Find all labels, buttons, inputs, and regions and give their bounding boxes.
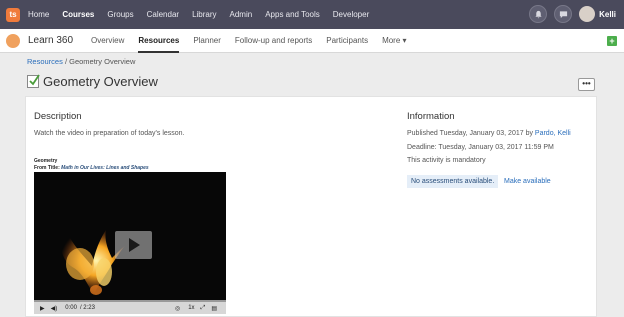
chevron-down-icon: ▾ — [402, 35, 407, 45]
deadline-line: Deadline: Tuesday, January 03, 2017 11:5… — [407, 144, 554, 151]
information-heading: Information — [407, 111, 455, 122]
tab-more[interactable]: More ▾ — [382, 29, 406, 53]
page-title: Geometry Overview — [43, 74, 158, 89]
notifications-button[interactable] — [529, 5, 548, 23]
video-current-time: 0:00 — [65, 305, 77, 311]
description-heading: Description — [34, 111, 82, 122]
make-available-link[interactable]: Make available — [504, 178, 551, 185]
top-navbar: ts Home Courses Groups Calendar Library … — [0, 0, 624, 29]
description-text: Watch the video in preparation of today'… — [34, 130, 185, 137]
nav-calendar[interactable]: Calendar — [147, 10, 179, 19]
nav-admin[interactable]: Admin — [230, 10, 253, 19]
course-subnav: Learn 360 Overview Resources Planner Fol… — [0, 29, 624, 53]
nav-courses[interactable]: Courses — [62, 10, 94, 19]
captions-icon[interactable]: ◎ — [175, 305, 180, 312]
bell-icon — [534, 10, 542, 18]
breadcrumb-current: Geometry Overview — [69, 57, 136, 66]
course-icon — [6, 33, 20, 48]
messages-button[interactable] — [554, 5, 573, 23]
no-assessments-badge: No assessments available. — [407, 175, 499, 188]
author-link[interactable]: Pardo, Kelli — [535, 130, 571, 137]
app-logo[interactable]: ts — [6, 7, 20, 22]
nav-home[interactable]: Home — [28, 10, 49, 19]
nav-developer[interactable]: Developer — [333, 10, 369, 19]
avatar[interactable] — [579, 6, 596, 22]
video-player[interactable] — [34, 172, 226, 302]
video-controls: ▶ ◀) 0:00 / 2:23 ◎ 1x ⤢ ▤ — [34, 300, 226, 314]
play-icon — [129, 238, 140, 252]
video-source-prefix: From Title: — [34, 165, 62, 171]
logo-text: ts — [9, 10, 17, 19]
video-title: Geometry — [34, 158, 58, 164]
nav-library[interactable]: Library — [192, 10, 216, 19]
playback-speed[interactable]: 1x — [188, 305, 194, 311]
breadcrumb: Resources / Geometry Overview — [27, 57, 135, 66]
tab-overview[interactable]: Overview — [91, 29, 124, 53]
checked-document-icon — [27, 74, 40, 88]
user-name[interactable]: Kelli — [599, 10, 616, 19]
play-icon-small[interactable]: ▶ — [40, 305, 45, 312]
volume-icon[interactable]: ◀) — [51, 305, 58, 312]
published-line: Published Tuesday, January 03, 2017 by P… — [407, 130, 571, 137]
tab-resources[interactable]: Resources — [138, 29, 180, 53]
nav-apps-and-tools[interactable]: Apps and Tools — [265, 10, 320, 19]
published-text: Published Tuesday, January 03, 2017 by — [407, 130, 535, 137]
video-progress-bar[interactable] — [34, 300, 226, 302]
more-options-button[interactable]: ••• — [578, 78, 595, 91]
video-source: From Title: Math in Our Lives: Lines and… — [34, 165, 149, 171]
chat-icon — [559, 10, 567, 18]
breadcrumb-resources-link[interactable]: Resources — [27, 57, 63, 66]
tab-more-label: More — [382, 35, 401, 45]
add-button[interactable]: + — [607, 36, 617, 46]
play-button[interactable] — [115, 231, 152, 259]
video-duration: / 2:23 — [79, 305, 95, 311]
video-source-title[interactable]: Math in Our Lives: Lines and Shapes — [61, 165, 149, 171]
title-row: Geometry Overview — [27, 74, 158, 89]
nav-right-group: Kelli — [529, 5, 620, 23]
fullscreen-icon[interactable]: ⤢ — [201, 305, 206, 312]
settings-icon[interactable]: ▤ — [211, 305, 217, 312]
tab-planner[interactable]: Planner — [193, 29, 221, 53]
tab-follow-up-and-reports[interactable]: Follow-up and reports — [235, 29, 312, 53]
activity-card: Description Watch the video in preparati… — [25, 96, 597, 317]
mandatory-line: This activity is mandatory — [407, 157, 486, 164]
tab-participants[interactable]: Participants — [326, 29, 368, 53]
nav-groups[interactable]: Groups — [107, 10, 133, 19]
course-name[interactable]: Learn 360 — [28, 35, 73, 46]
